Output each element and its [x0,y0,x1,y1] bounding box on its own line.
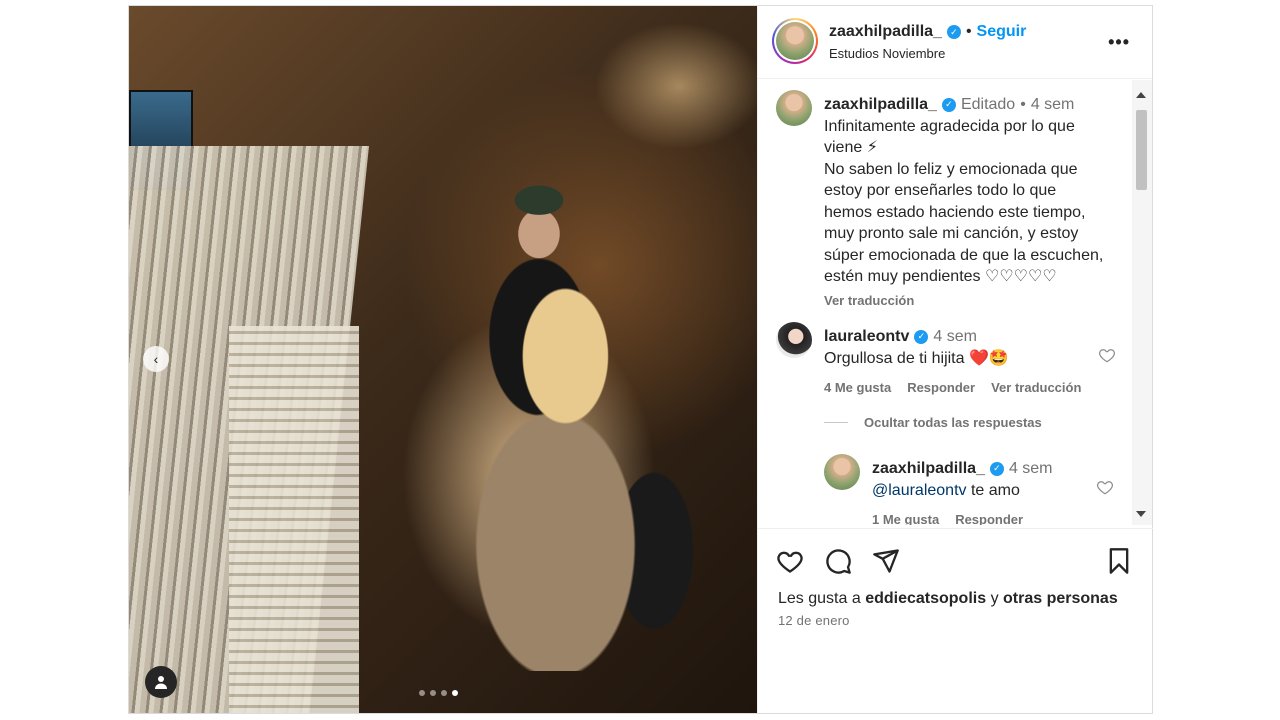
scroll-down-arrow-icon[interactable] [1136,511,1146,517]
reply-avatar[interactable] [824,454,860,490]
scroll-up-arrow-icon[interactable] [1136,92,1146,98]
author-username[interactable]: zaaxhilpadilla_ [829,23,942,41]
tag-user-icon [155,676,167,689]
follow-button[interactable]: Seguir [977,23,1027,41]
post-actions-section: Les gusta a eddiecatsopolis y otras pers… [758,528,1153,713]
comment-text: Orgullosa de ti hijita ❤️🤩 [824,349,1009,367]
post-side-panel: zaaxhilpadilla_ ✓ • Seguir Estudios Novi… [757,6,1153,713]
comment-like-heart-icon[interactable] [1098,346,1116,364]
reply-likes-count[interactable]: 1 Me gusta [872,509,939,525]
chevron-left-icon: ‹ [153,351,159,367]
comment-icon[interactable] [824,547,852,575]
carousel-dot [419,690,425,696]
instagram-post: ‹ zaaxhilpadilla_ ✓ • Seguir Estudios No… [128,5,1153,714]
heart-icon[interactable] [776,547,804,575]
verified-badge-icon: ✓ [914,329,929,344]
verified-badge-icon: ✓ [946,25,961,39]
person-foreground [374,251,704,671]
carousel-indicator [419,690,458,696]
comment-actions: 4 Me gusta Responder Ver traducción [824,377,1104,399]
caption-username[interactable]: zaaxhilpadilla_ [824,94,937,116]
save-button[interactable] [1105,547,1133,580]
reply-actions: 1 Me gusta Responder [872,509,1102,525]
likes-user-link[interactable]: eddiecatsopolis [865,590,986,607]
action-icons [776,547,900,575]
carousel-prev-button[interactable]: ‹ [143,346,169,372]
edited-label: Editado [960,96,1016,113]
comments-scrollbar[interactable] [1132,80,1152,525]
reply-mention-link[interactable]: @lauraleontv [872,482,967,499]
caption-avatar[interactable] [776,90,812,126]
caption-time[interactable]: 4 sem [1031,94,1075,116]
likes-summary[interactable]: Les gusta a eddiecatsopolis y otras pers… [778,590,1118,608]
verified-badge-icon: ✓ [941,97,956,112]
hide-replies-toggle[interactable]: Ocultar todas las respuestas [824,415,1042,430]
likes-join: y [990,590,999,607]
separator-dot: • [965,23,972,40]
author-avatar[interactable] [772,18,818,64]
carousel-dot [441,690,447,696]
comment-likes-count[interactable]: 4 Me gusta [824,377,891,399]
carousel-dot [430,690,436,696]
caption-translate-link[interactable]: Ver traducción [824,290,1104,312]
caption-text: Infinitamente agradecida por lo que vien… [824,117,1104,286]
likes-prefix: Les gusta a [778,590,861,607]
bookmark-icon [1109,548,1129,574]
more-options-icon[interactable]: ••• [1108,32,1130,53]
reply-like-heart-icon[interactable] [1096,478,1114,496]
mixing-console-faders [229,326,359,713]
tagged-users-button[interactable] [145,666,177,698]
reply-reply-button[interactable]: Responder [955,509,1023,525]
reply-time[interactable]: 4 sem [1009,458,1053,480]
location-link[interactable]: Estudios Noviembre [829,46,945,61]
comments-list[interactable]: zaaxhilpadilla_ ✓ Editado • 4 sem Infini… [758,80,1133,525]
separator-dot: • [1020,96,1026,113]
scroll-thumb[interactable] [1136,110,1147,190]
post-date[interactable]: 12 de enero [778,613,850,628]
verified-badge-icon: ✓ [989,461,1004,476]
share-icon[interactable] [872,547,900,575]
comment-time[interactable]: 4 sem [933,326,977,348]
header-user-line: zaaxhilpadilla_ ✓ • Seguir [829,23,1026,41]
likes-others-link[interactable]: otras personas [1003,590,1118,607]
comment-reply-button[interactable]: Responder [907,377,975,399]
post-photo[interactable]: ‹ [129,6,757,713]
post-header: zaaxhilpadilla_ ✓ • Seguir Estudios Novi… [758,6,1152,79]
commenter-username[interactable]: lauraleontv [824,326,909,348]
hide-replies-label: Ocultar todas las respuestas [864,415,1042,430]
carousel-dot [452,690,458,696]
commenter-avatar[interactable] [776,322,812,358]
divider-line [824,422,848,423]
comment-translate-link[interactable]: Ver traducción [991,377,1081,399]
reply-text: te amo [970,481,1020,499]
reply-username[interactable]: zaaxhilpadilla_ [872,458,985,480]
